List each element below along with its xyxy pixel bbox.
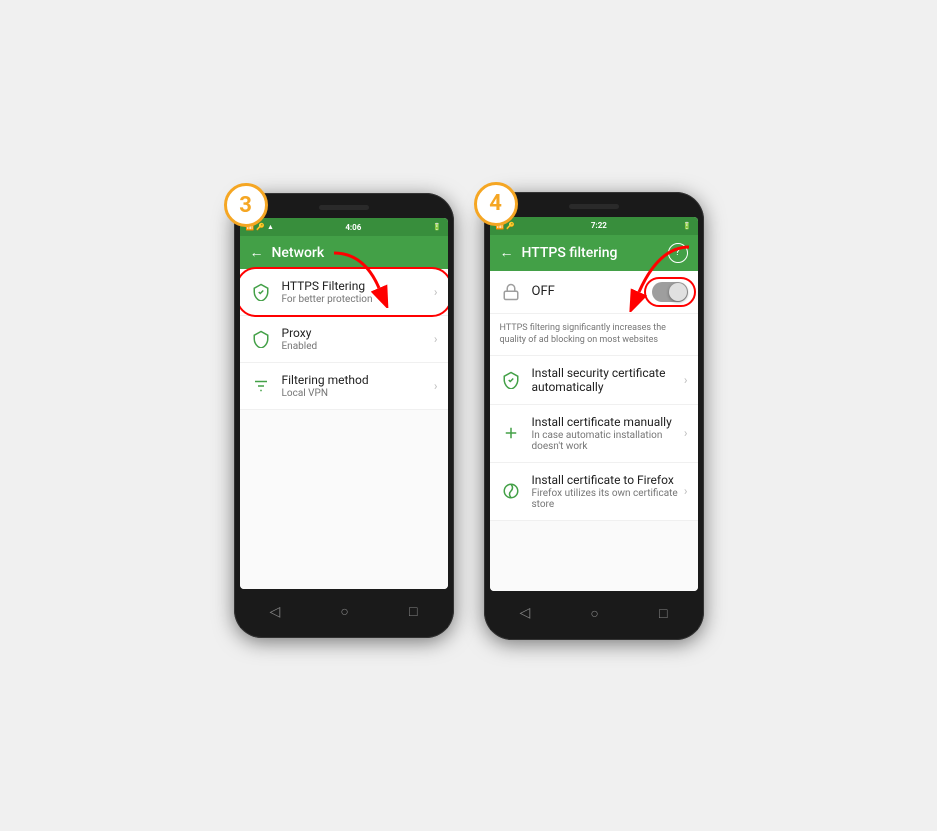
shield-icon-https (250, 281, 272, 303)
proxy-subtitle: Enabled (282, 341, 434, 352)
red-arrow-3 (324, 248, 404, 308)
phone-speaker-3 (319, 205, 369, 210)
step4-wrapper: 4 📶 🔑 7:22 🔋 ← (484, 192, 704, 640)
cert-firefox-title: Install certificate to Firefox (532, 473, 684, 487)
cert-auto-chevron: › (684, 373, 688, 387)
proxy-chevron: › (434, 332, 438, 346)
recent-nav-4[interactable]: □ (659, 605, 667, 622)
cert-firefox-content: Install certificate to Firefox Firefox u… (532, 473, 684, 510)
menu-item-filtering-method[interactable]: Filtering method Local VPN › (240, 363, 448, 410)
back-button-4[interactable]: ← (500, 244, 514, 261)
filter-icon (250, 375, 272, 397)
status-bar-4: 📶 🔑 7:22 🔋 (490, 217, 698, 235)
home-nav-3[interactable]: ○ (340, 603, 348, 620)
shield-cert-icon (500, 369, 522, 391)
filtering-method-content: Filtering method Local VPN (282, 373, 434, 399)
cert-manual-subtitle: In case automatic installation doesn't w… (532, 430, 684, 452)
status-time-3: 4:06 (345, 223, 361, 232)
cert-auto-content: Install security certificate automatical… (532, 366, 684, 394)
status-time-4: 7:22 (591, 221, 607, 230)
firefox-icon (500, 480, 522, 502)
status-icons-right-4: 🔋 (683, 222, 692, 230)
cert-firefox-subtitle: Firefox utilizes its own certificate sto… (532, 488, 684, 510)
back-button-3[interactable]: ← (250, 244, 264, 261)
cert-firefox-chevron: › (684, 484, 688, 498)
menu-item-cert-manual[interactable]: Install certificate manually In case aut… (490, 405, 698, 463)
signal-icon-3: ▲ (267, 223, 274, 231)
menu-item-cert-firefox[interactable]: Install certificate to Firefox Firefox u… (490, 463, 698, 521)
screen-content-3: HTTPS Filtering For better protection › (240, 269, 448, 589)
https-filtering-chevron: › (434, 285, 438, 299)
phone-speaker-4 (569, 204, 619, 209)
cert-manual-content: Install certificate manually In case aut… (532, 415, 684, 452)
proxy-title: Proxy (282, 326, 434, 340)
nav-bar-3: ◁ ○ □ (240, 595, 448, 628)
battery-icon-4: 🔋 (683, 222, 692, 230)
filtering-method-title: Filtering method (282, 373, 434, 387)
menu-item-proxy[interactable]: Proxy Enabled › (240, 316, 448, 363)
key-icon-3: 🔑 (256, 223, 265, 231)
recent-nav-3[interactable]: □ (409, 603, 417, 620)
cert-manual-title: Install certificate manually (532, 415, 684, 429)
step3-number: 3 (224, 183, 268, 227)
home-nav-4[interactable]: ○ (590, 605, 598, 622)
proxy-content: Proxy Enabled (282, 326, 434, 352)
shield-icon-proxy (250, 328, 272, 350)
https-notice: HTTPS filtering significantly increases … (490, 314, 698, 356)
red-arrow-4 (619, 242, 699, 312)
lock-icon (500, 281, 522, 303)
back-nav-4[interactable]: ◁ (520, 605, 531, 621)
screen-content-4: OFF HTTPS filtering significantly increa… (490, 271, 698, 591)
back-nav-3[interactable]: ◁ (270, 604, 281, 620)
nav-bar-4: ◁ ○ □ (490, 597, 698, 630)
filtering-method-subtitle: Local VPN (282, 388, 434, 399)
status-bar-3: 📶 🔑 ▲ 4:06 🔋 (240, 218, 448, 236)
cert-auto-title: Install security certificate automatical… (532, 366, 684, 394)
menu-item-cert-auto[interactable]: Install security certificate automatical… (490, 356, 698, 405)
filtering-method-chevron: › (434, 379, 438, 393)
status-icons-right-3: 🔋 (433, 223, 442, 231)
step3-wrapper: 3 📶 🔑 ▲ 4:06 🔋 (234, 193, 454, 638)
step4-number: 4 (474, 182, 518, 226)
battery-icon-3: 🔋 (433, 223, 442, 231)
plus-icon (500, 422, 522, 444)
cert-manual-chevron: › (684, 426, 688, 440)
